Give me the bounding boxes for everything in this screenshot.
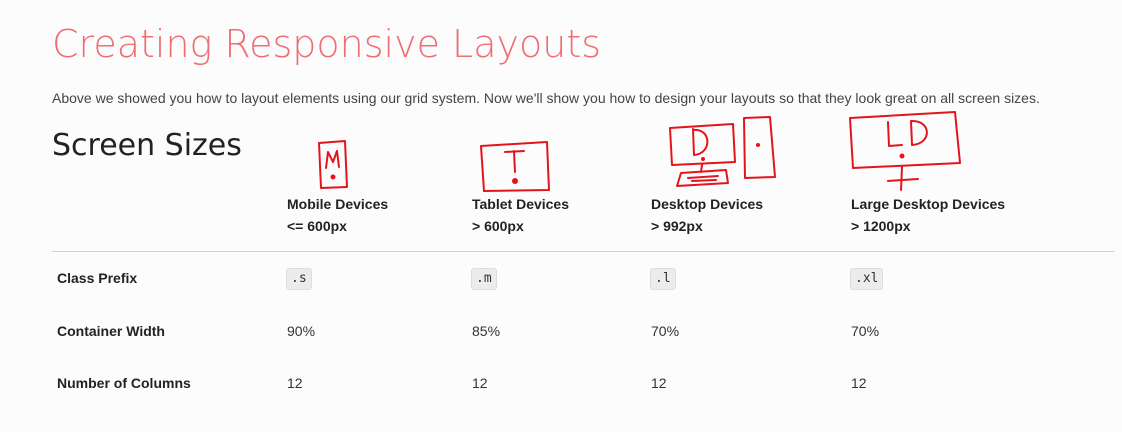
row-label-number-of-columns: Number of Columns	[57, 375, 191, 391]
class-prefix-code: .m	[471, 268, 497, 290]
class-prefix-code: .l	[650, 268, 676, 290]
row-label-class-prefix: Class Prefix	[57, 270, 138, 286]
number-of-columns-value: 12	[651, 375, 667, 391]
section-title: Screen Sizes	[52, 128, 242, 163]
column-header-mobile: Mobile Devices <= 600px	[287, 193, 388, 237]
page-title: Creating Responsive Layouts	[52, 22, 602, 66]
column-header-tablet: Tablet Devices > 600px	[472, 193, 569, 237]
column-header-name: Tablet Devices	[472, 196, 570, 212]
container-width-value: 70%	[851, 323, 880, 339]
class-prefix-code: .s	[286, 268, 312, 290]
class-prefix-code: .xl	[850, 268, 884, 290]
column-header-large-desktop: Large Desktop Devices > 1200px	[851, 193, 1005, 237]
column-header-size: > 992px	[651, 218, 703, 234]
number-of-columns-value: 12	[851, 375, 867, 391]
intro-paragraph: Above we showed you how to layout elemen…	[52, 90, 1040, 106]
column-header-desktop: Desktop Devices > 992px	[651, 193, 763, 237]
column-header-size: > 600px	[472, 218, 524, 234]
number-of-columns-value: 12	[287, 375, 303, 391]
column-header-name: Mobile Devices	[287, 196, 389, 212]
row-label-container-width: Container Width	[57, 323, 165, 339]
page: Creating Responsive Layouts Above we sho…	[0, 0, 1122, 432]
tablet-sketch-icon	[480, 141, 550, 192]
large-desktop-sketch-icon	[849, 111, 961, 191]
container-width-value: 85%	[472, 323, 501, 339]
container-width-value: 70%	[651, 323, 680, 339]
table-header-divider	[52, 251, 1114, 252]
mobile-sketch-icon	[318, 140, 348, 189]
number-of-columns-value: 12	[472, 375, 488, 391]
column-header-name: Desktop Devices	[651, 196, 764, 212]
container-width-value: 90%	[287, 323, 316, 339]
column-header-size: > 1200px	[851, 218, 911, 234]
column-header-size: <= 600px	[287, 218, 347, 234]
column-header-name: Large Desktop Devices	[851, 196, 1006, 212]
desktop-sketch-icon	[669, 116, 776, 187]
